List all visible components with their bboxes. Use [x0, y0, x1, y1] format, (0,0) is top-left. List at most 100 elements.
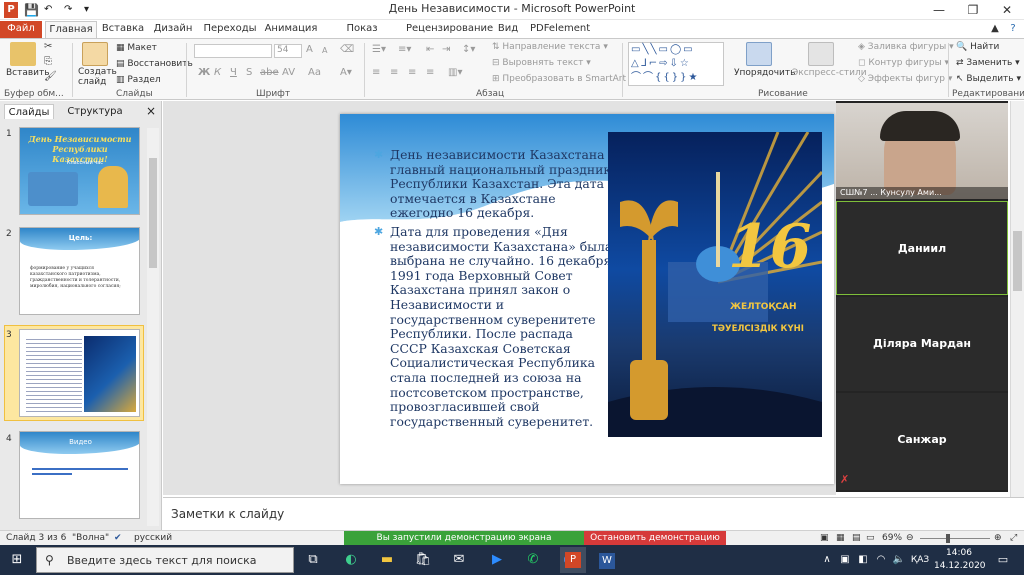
- arrange-icon[interactable]: [746, 42, 772, 66]
- paste-icon[interactable]: [10, 42, 36, 66]
- zoom-slider[interactable]: [920, 538, 990, 539]
- replace-button[interactable]: ⇄ Заменить ▾: [956, 58, 1020, 68]
- bullets-icon[interactable]: ☰▾: [372, 44, 386, 55]
- select-button[interactable]: ↖ Выделить ▾: [956, 74, 1021, 84]
- normal-view-icon[interactable]: ▣: [820, 533, 829, 543]
- notifications-icon[interactable]: ▭: [992, 550, 1014, 570]
- spellcheck-icon[interactable]: ✔: [114, 533, 122, 543]
- font-color-button[interactable]: A▾: [340, 67, 352, 78]
- participant-tile[interactable]: Діляра Мардан: [836, 297, 1008, 391]
- word-taskbar-icon[interactable]: W: [596, 550, 618, 570]
- tab-home[interactable]: Главная: [45, 21, 97, 38]
- fit-slide-icon[interactable]: ⤢: [1010, 533, 1017, 543]
- align-right-icon[interactable]: ≡: [408, 67, 416, 78]
- quick-styles-icon[interactable]: [808, 42, 834, 66]
- theme-name[interactable]: "Волна": [72, 533, 109, 543]
- clear-format-icon[interactable]: ⌫: [340, 44, 354, 55]
- panel-scroll-thumb[interactable]: [149, 158, 157, 268]
- shape-effects-button[interactable]: ◇ Эффекты фигур ▾: [858, 74, 952, 84]
- sorter-view-icon[interactable]: ▦: [836, 533, 845, 543]
- tab-animations[interactable]: Анимация: [263, 21, 319, 38]
- bold-button[interactable]: Ж: [198, 67, 210, 78]
- tab-design[interactable]: Дизайн: [151, 21, 195, 38]
- columns-icon[interactable]: ▥▾: [448, 67, 462, 78]
- shapes-gallery[interactable]: ▭╲╲▭◯▭ △ᒧ⌐⇨⇩☆ ⌒⌒{{}}★: [628, 42, 724, 86]
- participant-tile[interactable]: Санжар ✗: [836, 393, 1008, 490]
- zoom-out-icon[interactable]: ⊖: [906, 533, 914, 543]
- decrease-indent-icon[interactable]: ⇤: [426, 44, 434, 55]
- tab-slides[interactable]: Слайды: [4, 104, 54, 119]
- align-center-icon[interactable]: ≡: [390, 67, 398, 78]
- panel-scrollbar[interactable]: [147, 128, 159, 526]
- shape-fill-button[interactable]: ◈ Заливка фигуры ▾: [858, 42, 954, 52]
- tab-transitions[interactable]: Переходы: [203, 21, 257, 38]
- task-view-icon[interactable]: ⧉: [302, 550, 324, 570]
- slide-thumbnail-1[interactable]: День Независимости Республики Казахстан!…: [19, 127, 140, 215]
- tab-view[interactable]: Вид: [494, 21, 522, 38]
- windows-start-icon[interactable]: ⊞: [6, 550, 28, 570]
- format-painter-icon[interactable]: 🖌: [44, 71, 57, 82]
- increase-indent-icon[interactable]: ⇥: [442, 44, 450, 55]
- slide-body-text[interactable]: ✱ День независимости Казахстана - главны…: [358, 147, 613, 433]
- editor-scroll-thumb[interactable]: [1013, 231, 1022, 291]
- zoom-in-icon[interactable]: ⊕: [994, 533, 1002, 543]
- grow-font-icon[interactable]: A: [306, 44, 313, 55]
- justify-icon[interactable]: ≡: [426, 67, 434, 78]
- font-family-dropdown[interactable]: [194, 44, 272, 58]
- reading-view-icon[interactable]: ▤: [852, 533, 861, 543]
- shrink-font-icon[interactable]: A: [322, 46, 327, 55]
- powerpoint-taskbar-icon[interactable]: P: [560, 547, 586, 573]
- minimize-button[interactable]: —: [922, 0, 956, 20]
- file-explorer-icon[interactable]: ▬: [376, 550, 398, 570]
- taskbar-search[interactable]: ⚲ Введите здесь текст для поиска: [36, 547, 294, 573]
- collapse-ribbon-icon[interactable]: ▲: [988, 21, 1002, 38]
- store-icon[interactable]: 🛍: [412, 550, 434, 570]
- numbering-icon[interactable]: ≡▾: [398, 44, 411, 55]
- whatsapp-icon[interactable]: ✆: [522, 550, 544, 570]
- editor-scrollbar[interactable]: [1010, 101, 1024, 497]
- char-spacing-button[interactable]: AV: [282, 67, 295, 78]
- section-button[interactable]: ▥ Раздел: [116, 75, 161, 85]
- close-button[interactable]: ✕: [990, 0, 1024, 20]
- stop-sharing-button[interactable]: Остановить демонстрацию: [584, 531, 726, 546]
- new-slide-button[interactable]: Создать слайд: [78, 67, 117, 87]
- tab-file[interactable]: Файл: [0, 21, 42, 38]
- italic-button[interactable]: К: [214, 67, 221, 78]
- zoom-slider-thumb[interactable]: [946, 534, 950, 543]
- tab-slideshow[interactable]: Показ слайдов: [326, 21, 398, 50]
- slideshow-view-icon[interactable]: ▭: [866, 533, 875, 543]
- tab-insert[interactable]: Вставка: [101, 21, 145, 38]
- cut-icon[interactable]: ✂: [44, 41, 52, 52]
- notes-pane[interactable]: Заметки к слайду: [163, 497, 1024, 530]
- layout-button[interactable]: ▦ Макет: [116, 43, 157, 53]
- zoom-level[interactable]: 69%: [882, 533, 902, 543]
- new-slide-icon[interactable]: [82, 42, 108, 66]
- arrange-button[interactable]: Упорядочить: [734, 68, 795, 78]
- language-indicator[interactable]: русский: [134, 533, 172, 543]
- slide-thumbnail-4[interactable]: Видео: [19, 431, 140, 519]
- shadow-button[interactable]: S: [246, 67, 252, 78]
- shape-outline-button[interactable]: ◻ Контур фигуры ▾: [858, 58, 949, 68]
- tab-outline[interactable]: Структура: [64, 104, 126, 119]
- close-panel-icon[interactable]: ×: [146, 104, 158, 119]
- slide-thumbnail-2[interactable]: Цель: формирование у учащихся казахстанс…: [19, 227, 140, 315]
- tab-pdfelement[interactable]: PDFelement: [530, 21, 590, 38]
- maximize-button[interactable]: ❐: [956, 0, 990, 20]
- participant-tile-active[interactable]: Даниил: [836, 201, 1008, 295]
- edge-icon[interactable]: ◐: [340, 550, 362, 570]
- align-left-icon[interactable]: ≡: [372, 67, 380, 78]
- slide-thumbnail-3[interactable]: [19, 329, 140, 417]
- underline-button[interactable]: Ч: [230, 67, 237, 78]
- change-case-button[interactable]: Aa: [308, 67, 321, 78]
- smartart-button[interactable]: ⊞ Преобразовать в SmartArt ▾: [492, 74, 633, 84]
- help-icon[interactable]: ?: [1006, 21, 1020, 38]
- system-clock[interactable]: 14:06 14.12.2020: [934, 547, 986, 573]
- find-button[interactable]: 🔍 Найти: [956, 42, 999, 52]
- zoom-app-icon[interactable]: ▶: [486, 550, 508, 570]
- input-language[interactable]: ҚАЗ: [906, 550, 934, 570]
- align-text-button[interactable]: ⊟ Выровнять текст ▾: [492, 58, 591, 68]
- font-size-dropdown[interactable]: 54: [274, 44, 302, 58]
- quick-styles-button[interactable]: Экспресс-стили: [792, 68, 867, 78]
- independence-day-image[interactable]: 16 ЖЕЛТОҚСАН ТӘУЕЛСІЗДІК КҮНІ: [608, 132, 822, 437]
- current-slide[interactable]: ✱ День независимости Казахстана - главны…: [340, 114, 834, 484]
